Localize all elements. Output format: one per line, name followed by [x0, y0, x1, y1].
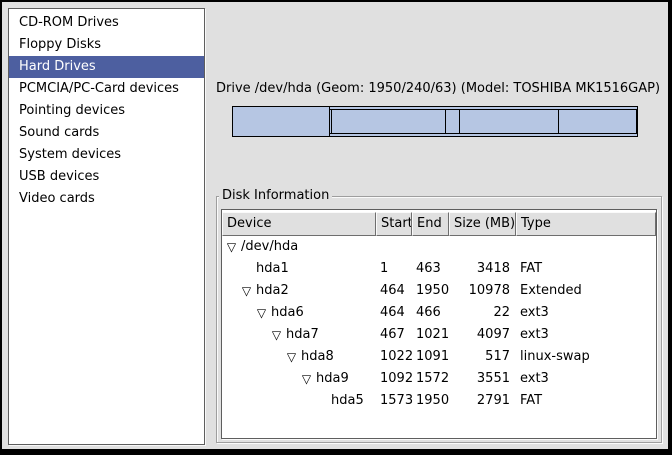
- device-category-list: CD-ROM DrivesFloppy DisksHard DrivesPCMC…: [8, 8, 205, 445]
- end-cell: 1572: [412, 368, 449, 390]
- size-cell: 517: [449, 346, 516, 368]
- type-cell: [516, 236, 656, 258]
- device-name: hda5: [331, 390, 364, 412]
- tree-indent: [225, 401, 315, 402]
- expander-icon[interactable]: ▽: [270, 324, 283, 346]
- size-cell: [449, 236, 516, 258]
- device-name: hda2: [256, 280, 289, 302]
- device-name: hda7: [286, 324, 319, 346]
- start-cell: 1092: [376, 368, 412, 390]
- start-cell: 467: [376, 324, 412, 346]
- end-cell: 463: [412, 258, 449, 280]
- expander-icon[interactable]: ▽: [285, 346, 298, 368]
- expander-icon[interactable]: ▽: [240, 280, 253, 302]
- device-cell: hda1: [222, 258, 376, 280]
- tree-indent: [225, 357, 285, 358]
- type-cell: Extended: [516, 280, 656, 302]
- sidebar-item-video-cards[interactable]: Video cards: [9, 188, 204, 210]
- tree-indent: [225, 335, 270, 336]
- disk-table-header: DeviceStartEndSize (MB)Type: [222, 212, 656, 236]
- table-row-hda2[interactable]: ▽hda2464195010978Extended: [222, 280, 656, 302]
- disk-information-title: Disk Information: [219, 188, 332, 203]
- device-name: hda6: [271, 302, 304, 324]
- end-cell: [412, 236, 449, 258]
- hardware-browser-window: CD-ROM DrivesFloppy DisksHard DrivesPCMC…: [0, 0, 672, 455]
- device-cell: ▽/dev/hda: [222, 236, 376, 258]
- drive-summary-label: Drive /dev/hda (Geom: 1950/240/63) (Mode…: [216, 81, 658, 96]
- device-cell: ▽hda6: [222, 302, 376, 324]
- device-name: hda9: [316, 368, 349, 390]
- size-cell: 3551: [449, 368, 516, 390]
- type-cell: FAT: [516, 390, 656, 412]
- end-cell: 1091: [412, 346, 449, 368]
- size-cell: 2791: [449, 390, 516, 412]
- start-cell: [376, 236, 412, 258]
- size-cell: 3418: [449, 258, 516, 280]
- sidebar-item-pcmcia-pc-card-devices[interactable]: PCMCIA/PC-Card devices: [9, 78, 204, 100]
- device-name: hda8: [301, 346, 334, 368]
- end-cell: 466: [412, 302, 449, 324]
- table-row-hda5[interactable]: hda5 157319502791FAT: [222, 390, 656, 412]
- size-cell: 10978: [449, 280, 516, 302]
- table-row-hda9[interactable]: ▽hda9109215723551ext3: [222, 368, 656, 390]
- type-cell: ext3: [516, 324, 656, 346]
- column-header-size-mb[interactable]: Size (MB): [449, 212, 516, 236]
- disk-table-body: ▽/dev/hdahda114633418FAT▽hda246419501097…: [222, 236, 656, 412]
- tree-indent: [225, 313, 255, 314]
- device-cell: ▽hda9: [222, 368, 376, 390]
- expander-icon[interactable]: ▽: [225, 236, 238, 258]
- sidebar-item-sound-cards[interactable]: Sound cards: [9, 122, 204, 144]
- device-name: hda1: [256, 258, 289, 280]
- extended-partition-box: [329, 109, 637, 134]
- partition-boundary-hda6: [331, 110, 332, 133]
- device-cell: ▽hda8: [222, 346, 376, 368]
- tree-indent: [225, 379, 300, 380]
- table-row-dev-hda[interactable]: ▽/dev/hda: [222, 236, 656, 258]
- tree-indent: [225, 291, 240, 292]
- table-row-hda8[interactable]: ▽hda810221091517linux-swap: [222, 346, 656, 368]
- partition-boundary-hda9: [558, 110, 559, 133]
- column-header-start[interactable]: Start: [376, 212, 412, 236]
- start-cell: 1022: [376, 346, 412, 368]
- partition-bar: [232, 106, 638, 137]
- partition-boundary-hda7: [445, 110, 446, 133]
- sidebar-item-floppy-disks[interactable]: Floppy Disks: [9, 34, 204, 56]
- device-cell: hda5: [222, 390, 376, 412]
- disk-table: DeviceStartEndSize (MB)Type ▽/dev/hdahda…: [221, 209, 657, 439]
- type-cell: ext3: [516, 302, 656, 324]
- size-cell: 4097: [449, 324, 516, 346]
- sidebar-item-hard-drives[interactable]: Hard Drives: [9, 56, 204, 78]
- end-cell: 1021: [412, 324, 449, 346]
- end-cell: 1950: [412, 390, 449, 412]
- device-cell: ▽hda2: [222, 280, 376, 302]
- expander-icon[interactable]: ▽: [255, 302, 268, 324]
- expander-icon[interactable]: ▽: [300, 368, 313, 390]
- tree-indent: [225, 269, 240, 270]
- device-cell: ▽hda7: [222, 324, 376, 346]
- column-header-type[interactable]: Type: [516, 212, 656, 236]
- start-cell: 1573: [376, 390, 412, 412]
- type-cell: FAT: [516, 258, 656, 280]
- table-row-hda1[interactable]: hda1 14633418FAT: [222, 258, 656, 280]
- table-row-hda7[interactable]: ▽hda746710214097ext3: [222, 324, 656, 346]
- column-header-device[interactable]: Device: [222, 212, 376, 236]
- start-cell: 464: [376, 302, 412, 324]
- sidebar-item-usb-devices[interactable]: USB devices: [9, 166, 204, 188]
- end-cell: 1950: [412, 280, 449, 302]
- size-cell: 22: [449, 302, 516, 324]
- disk-information-group: Disk Information DeviceStartEndSize (MB)…: [216, 196, 662, 443]
- table-row-hda6[interactable]: ▽hda646446622ext3: [222, 302, 656, 324]
- start-cell: 464: [376, 280, 412, 302]
- device-name: /dev/hda: [241, 236, 298, 258]
- type-cell: linux-swap: [516, 346, 656, 368]
- sidebar-item-system-devices[interactable]: System devices: [9, 144, 204, 166]
- partition-boundary-hda8: [459, 110, 460, 133]
- sidebar-item-pointing-devices[interactable]: Pointing devices: [9, 100, 204, 122]
- start-cell: 1: [376, 258, 412, 280]
- sidebar-item-cd-rom-drives[interactable]: CD-ROM Drives: [9, 12, 204, 34]
- type-cell: ext3: [516, 368, 656, 390]
- column-header-end[interactable]: End: [412, 212, 449, 236]
